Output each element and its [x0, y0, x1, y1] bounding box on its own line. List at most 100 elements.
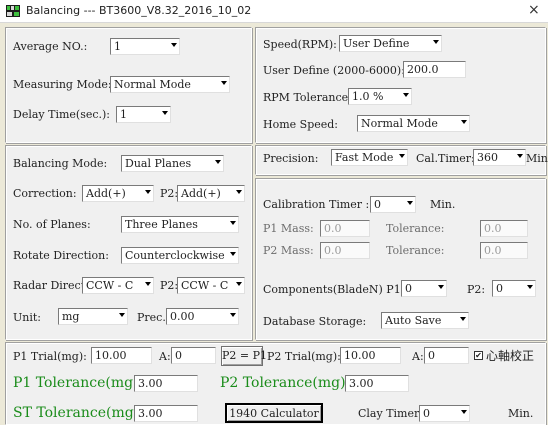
p1-tolerance-mg-value: 3.00	[138, 377, 163, 390]
spindle-calibration-checkbox[interactable]: ✔	[474, 351, 483, 360]
database-storage-value: Auto Save	[385, 314, 442, 327]
radar-direct-select[interactable]: CCW - C	[82, 277, 154, 294]
planes-value: Three Planes	[125, 218, 198, 231]
p1-tolerance-label: Tolerance:	[386, 222, 445, 235]
close-icon[interactable]: ×	[528, 2, 540, 18]
p2-mass-input[interactable]: 0.0	[320, 242, 370, 259]
chevron-down-icon	[433, 40, 439, 44]
components-p1-select[interactable]: 0	[401, 280, 447, 297]
st-tolerance-mg-value: 3.00	[138, 407, 163, 420]
average-no-select[interactable]: 1	[110, 38, 180, 55]
rpm-tolerance-select[interactable]: 1.0 %	[348, 88, 412, 105]
p2-tolerance-input[interactable]: 0.0	[480, 242, 528, 259]
delay-time-value: 1	[120, 108, 127, 121]
p2-tolerance-mg-label: P2 Tolerance(mg):	[220, 375, 351, 391]
p2-trial-label: P2 Trial(mg):	[267, 350, 341, 363]
cal-timer-label: Cal.Timer:	[416, 152, 475, 165]
p2-angle-input[interactable]: 0	[424, 347, 469, 364]
title-bar: Balancing --- BT3600_V8.32_2016_10_02 ×	[0, 0, 548, 23]
p1-trial-label: P1 Trial(mg):	[13, 350, 87, 363]
calibration-timer-select[interactable]: 0	[370, 196, 416, 213]
chevron-down-icon	[517, 154, 523, 158]
cal-timer-value: 360	[477, 151, 498, 164]
app-icon	[6, 5, 20, 17]
components-p2-select[interactable]: 0	[492, 280, 536, 297]
correction-select[interactable]: Add(+)	[82, 185, 154, 202]
measuring-mode-label: Measuring Mode:	[13, 78, 112, 91]
user-define-label: User Define (2000-6000):	[263, 64, 405, 77]
components-p2-value: 0	[496, 282, 503, 295]
calibration-timer-value: 0	[374, 198, 381, 211]
clay-timer-select[interactable]: 0	[419, 405, 470, 422]
chevron-down-icon	[119, 313, 125, 317]
p1-trial-value: 10.00	[95, 349, 127, 362]
chevron-down-icon	[221, 81, 227, 85]
speed-select[interactable]: User Define	[339, 35, 442, 52]
p2-trial-value: 10.00	[344, 349, 376, 362]
p2-trial-input[interactable]: 10.00	[340, 347, 401, 364]
rotate-direction-value: Counterclockwise	[125, 249, 225, 262]
radar-direct-value: CCW - C	[86, 279, 134, 292]
chevron-down-icon	[230, 221, 236, 225]
precision-value: Fast Mode	[335, 151, 394, 164]
rotate-direction-select[interactable]: Counterclockwise	[121, 247, 239, 264]
p1-mass-label: P1 Mass:	[263, 222, 314, 235]
balancing-mode-value: Dual Planes	[125, 157, 192, 170]
database-storage-select[interactable]: Auto Save	[381, 312, 469, 329]
st-tolerance-mg-input[interactable]: 3.00	[134, 405, 198, 422]
average-no-label: Average NO.:	[13, 40, 88, 53]
p2-angle-value: 0	[428, 349, 435, 362]
precision-select[interactable]: Fast Mode	[331, 149, 408, 166]
p1-mass-value: 0.0	[324, 222, 342, 235]
p1-tolerance-input[interactable]: 0.0	[480, 220, 528, 237]
p1-tolerance-mg-label: P1 Tolerance(mg):	[13, 375, 144, 391]
components-p1-value: 0	[405, 282, 412, 295]
p1-tolerance-value: 0.0	[484, 222, 502, 235]
balancing-mode-label: Balancing Mode:	[13, 157, 108, 170]
unit-select[interactable]: mg	[58, 308, 128, 325]
window-title: Balancing --- BT3600_V8.32_2016_10_02	[26, 4, 252, 17]
p1-tolerance-mg-input[interactable]: 3.00	[134, 375, 198, 392]
components-p1-label: Components(BladeN) P1:	[263, 283, 405, 296]
balancing-mode-select[interactable]: Dual Planes	[121, 155, 224, 172]
database-storage-label: Database Storage:	[263, 315, 367, 328]
p2-angle-label: A:	[412, 350, 424, 363]
home-speed-select[interactable]: Normal Mode	[357, 115, 470, 132]
prec-select[interactable]: 0.00	[166, 308, 239, 325]
average-no-value: 1	[114, 40, 121, 53]
user-define-input[interactable]: 200.0	[403, 61, 466, 78]
correction-value: Add(+)	[86, 187, 126, 200]
rotate-direction-label: Rotate Direction:	[13, 249, 109, 262]
delay-time-select[interactable]: 1	[116, 106, 171, 123]
correction-p2-select[interactable]: Add(+)	[177, 185, 245, 202]
p1-trial-input[interactable]: 10.00	[91, 347, 152, 364]
calculator-button[interactable]: 1940 Calculator	[225, 403, 323, 423]
planes-select[interactable]: Three Planes	[121, 216, 239, 233]
chevron-down-icon	[407, 201, 413, 205]
radar-p2-select[interactable]: CCW - C	[177, 277, 245, 294]
calibration-timer-label: Calibration Timer :	[263, 198, 370, 211]
chevron-down-icon	[527, 285, 533, 289]
chevron-down-icon	[236, 190, 242, 194]
p1-angle-input[interactable]: 0	[171, 347, 216, 364]
clay-timer-label: Clay Timer:	[358, 407, 423, 420]
p2-tolerance-value: 0.0	[484, 244, 502, 257]
clay-timer-unit: Min.	[508, 407, 534, 420]
p2-tolerance-mg-input[interactable]: 3.00	[345, 375, 409, 392]
cal-timer-select[interactable]: 360	[473, 149, 526, 166]
chevron-down-icon	[403, 93, 409, 97]
p2-mass-label: P2 Mass:	[263, 244, 314, 257]
p2-equals-p1-button[interactable]: P2 = P1	[221, 346, 267, 366]
st-tolerance-mg-label: ST Tolerance(mg):	[13, 405, 144, 421]
radar-p2-value: CCW - C	[181, 279, 229, 292]
correction-p2-label: P2:	[160, 187, 179, 200]
chevron-down-icon	[230, 252, 236, 256]
spindle-calibration-label: 心軸校正	[486, 349, 535, 363]
measuring-mode-select[interactable]: Normal Mode	[110, 76, 230, 93]
rpm-tolerance-value: 1.0 %	[352, 90, 384, 103]
p1-mass-input[interactable]: 0.0	[320, 220, 370, 237]
components-p2-label: P2:	[467, 283, 486, 296]
prec-label: Prec.	[137, 311, 166, 324]
radar-p2-label: P2:	[160, 279, 179, 292]
chevron-down-icon	[230, 313, 236, 317]
